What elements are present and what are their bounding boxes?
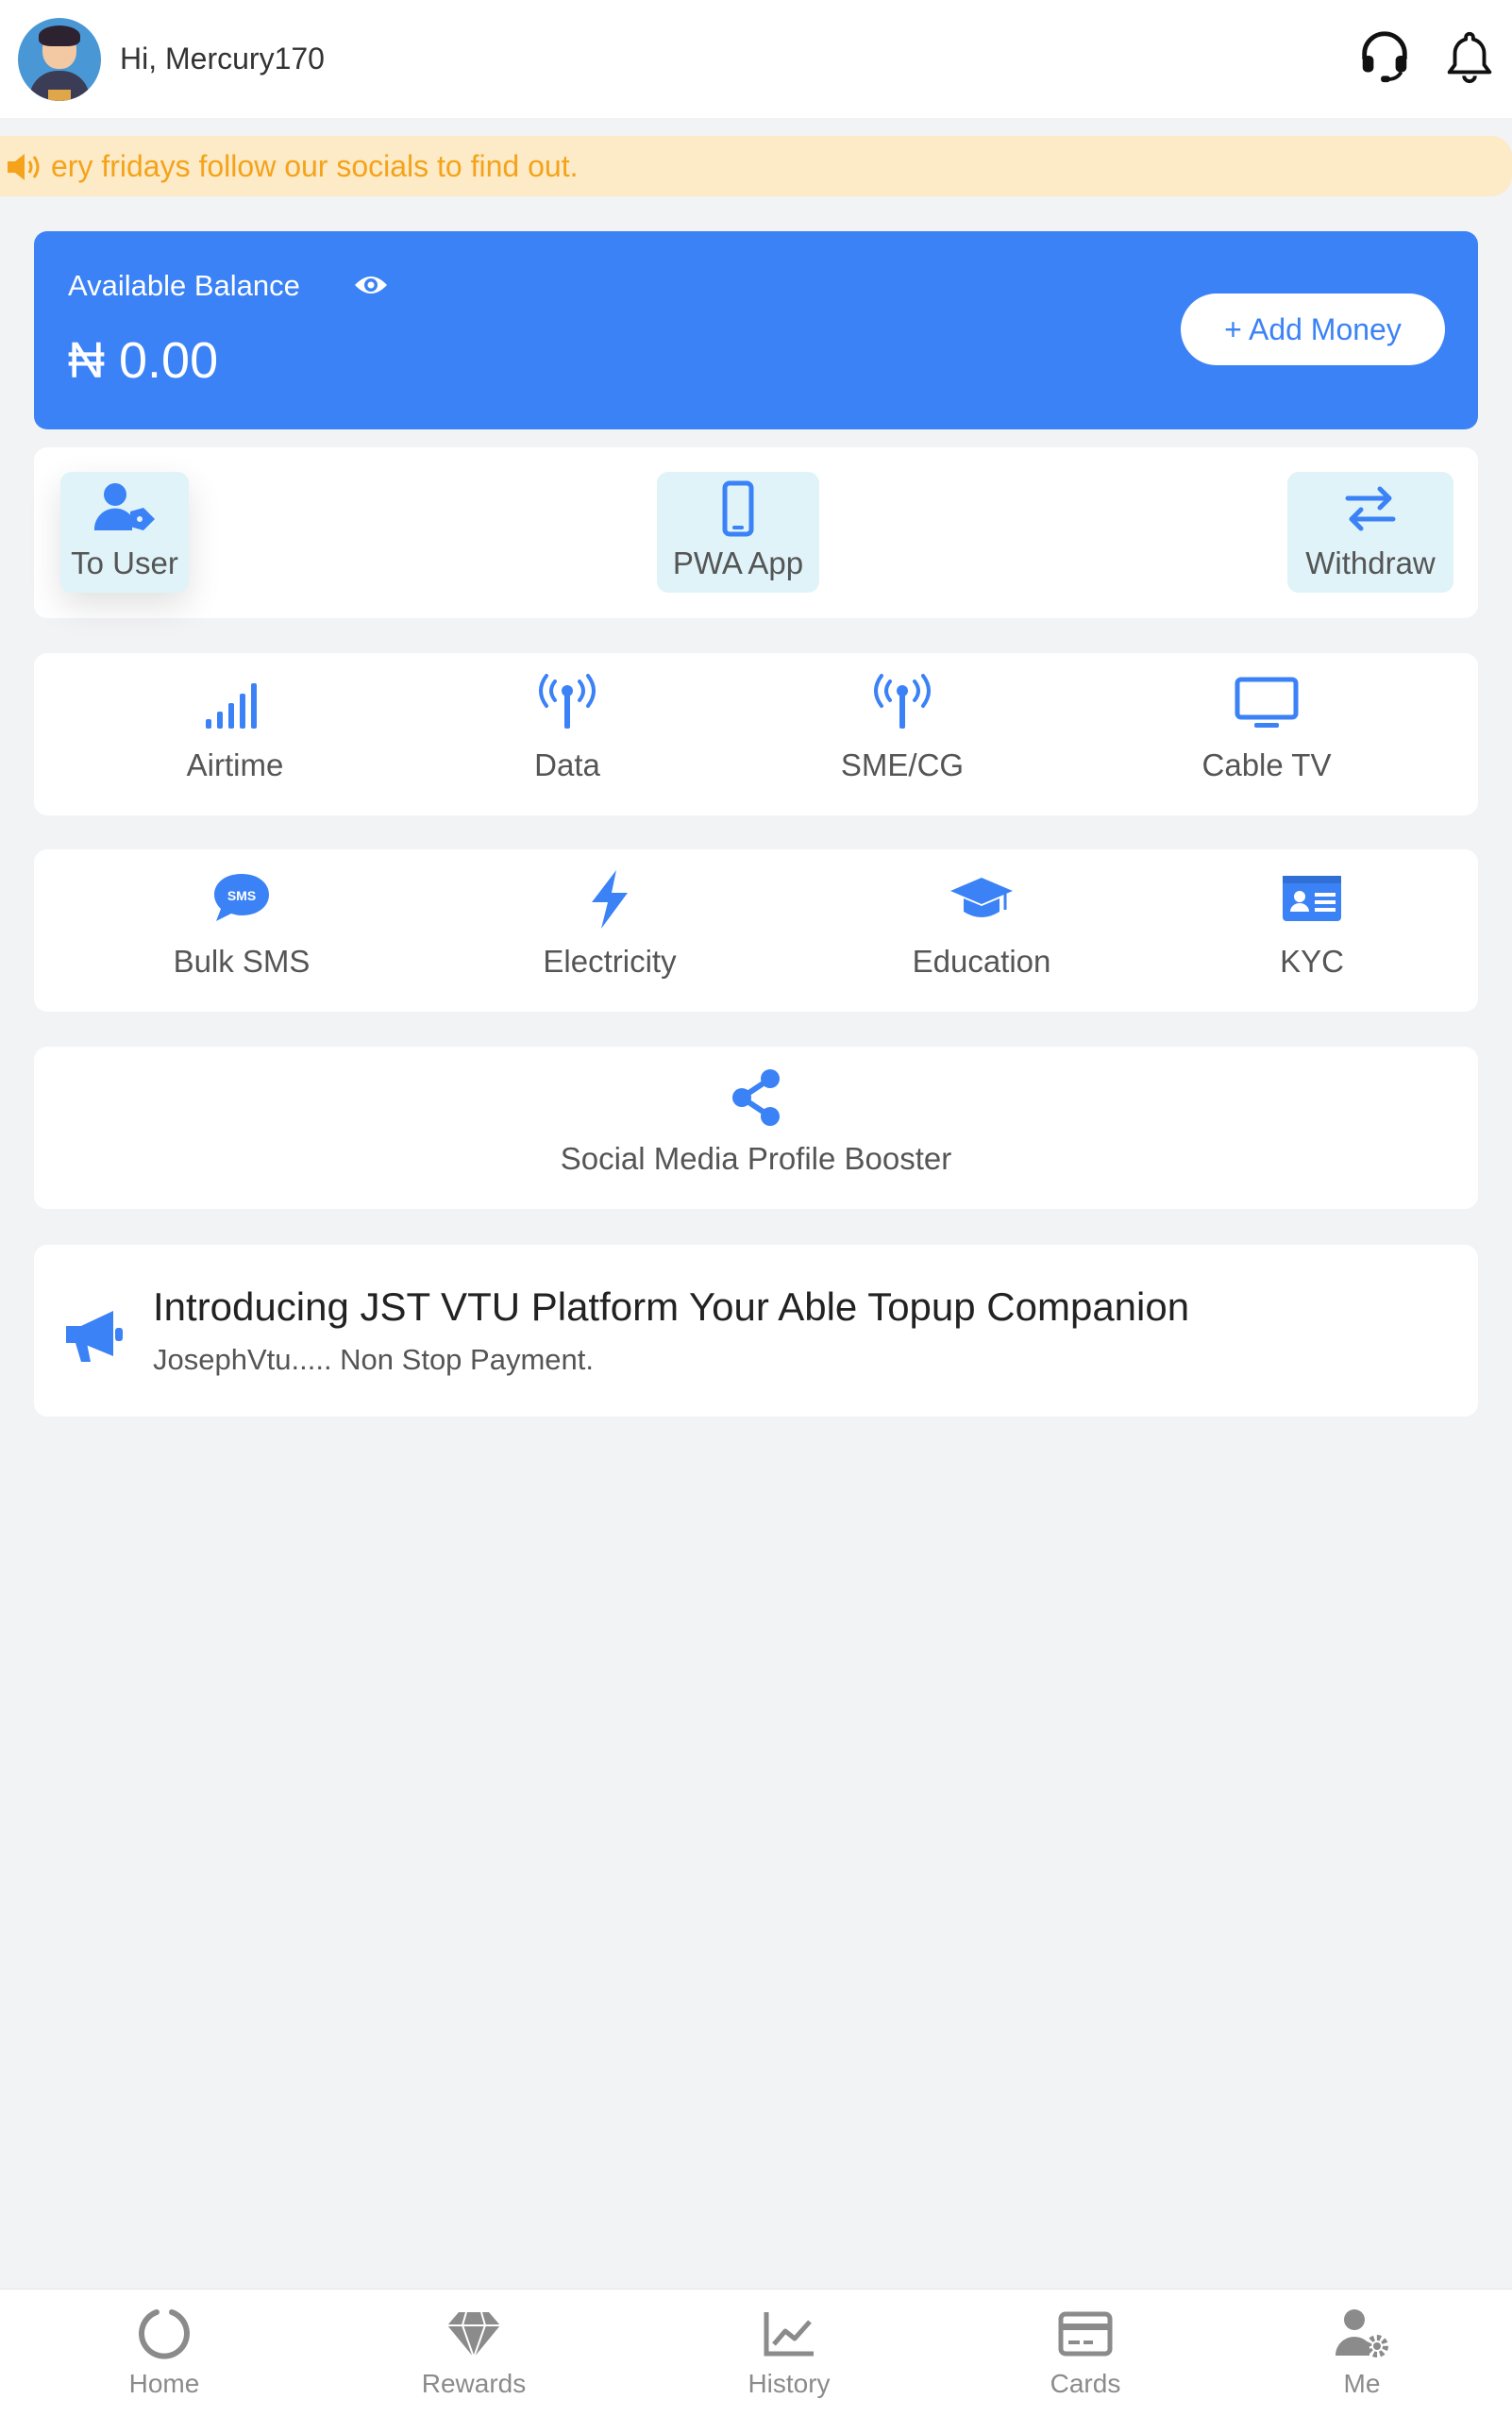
services-row-2: SMS Bulk SMS Electricity Education KYC bbox=[34, 849, 1478, 1012]
add-money-button[interactable]: + Add Money bbox=[1181, 294, 1445, 365]
user-gear-icon bbox=[1336, 2309, 1388, 2357]
cable-tv-label: Cable TV bbox=[1201, 747, 1332, 782]
kyc-service[interactable]: KYC bbox=[1189, 868, 1435, 997]
credit-card-icon bbox=[1058, 2311, 1113, 2357]
headset-support-icon[interactable] bbox=[1355, 26, 1414, 85]
avatar-hair bbox=[39, 25, 80, 46]
nav-cards-label: Cards bbox=[1050, 2369, 1121, 2398]
to-user-button[interactable]: To User bbox=[60, 472, 189, 593]
bottom-navigation: Home Rewards History Cards Me bbox=[0, 2289, 1512, 2416]
nav-home[interactable]: Home bbox=[70, 2307, 259, 2410]
sme-cg-label: SME/CG bbox=[840, 747, 965, 782]
electricity-label: Electricity bbox=[543, 944, 677, 979]
social-media-booster-service[interactable]: Social Media Profile Booster bbox=[539, 1065, 973, 1194]
social-media-booster-label: Social Media Profile Booster bbox=[560, 1141, 952, 1176]
nav-history-label: History bbox=[748, 2369, 831, 2398]
home-ring-icon bbox=[139, 2309, 190, 2359]
nav-history[interactable]: History bbox=[695, 2307, 883, 2410]
greeting-text: Hi, Mercury170 bbox=[120, 42, 325, 76]
graduation-cap-icon bbox=[950, 878, 1013, 917]
transfer-arrows-icon bbox=[1345, 486, 1396, 531]
speaker-icon bbox=[8, 154, 40, 180]
top-header: Hi, Mercury170 bbox=[0, 0, 1512, 118]
announcement-marquee: ery fridays follow our socials to find o… bbox=[0, 136, 1512, 196]
data-service[interactable]: Data bbox=[445, 672, 690, 800]
nav-rewards[interactable]: Rewards bbox=[379, 2307, 568, 2410]
nav-me-label: Me bbox=[1343, 2369, 1381, 2398]
pwa-app-label: PWA App bbox=[672, 545, 804, 580]
airtime-label: Airtime bbox=[186, 747, 284, 782]
balance-card: Available Balance ₦ 0.00 + Add Money bbox=[34, 231, 1478, 429]
bolt-icon bbox=[592, 870, 628, 929]
nav-me[interactable]: Me bbox=[1268, 2307, 1456, 2410]
balance-label: Available Balance bbox=[68, 269, 300, 302]
withdraw-label: Withdraw bbox=[1305, 545, 1436, 580]
sme-cg-service[interactable]: SME/CG bbox=[780, 672, 1025, 800]
tower-broadcast-icon bbox=[874, 674, 931, 729]
nav-cards[interactable]: Cards bbox=[991, 2307, 1180, 2410]
marquee-text: ery fridays follow our socials to find o… bbox=[51, 149, 579, 183]
services-row-1: Airtime Data SME/CG Cable TV bbox=[34, 653, 1478, 815]
airtime-service[interactable]: Airtime bbox=[112, 672, 358, 800]
balance-amount: ₦ 0.00 bbox=[68, 332, 219, 389]
avatar[interactable] bbox=[18, 18, 101, 101]
data-label: Data bbox=[534, 747, 600, 782]
education-service[interactable]: Education bbox=[859, 868, 1104, 997]
gem-icon bbox=[447, 2311, 500, 2361]
megaphone-icon bbox=[66, 1311, 123, 1362]
svg-text:SMS: SMS bbox=[227, 888, 256, 903]
to-user-label: To User bbox=[71, 545, 178, 580]
user-tag-icon bbox=[93, 483, 155, 530]
chart-line-icon bbox=[764, 2312, 814, 2357]
bulk-sms-label: Bulk SMS bbox=[173, 944, 311, 979]
pwa-app-button[interactable]: PWA App bbox=[657, 472, 819, 593]
eye-icon[interactable] bbox=[353, 271, 389, 299]
announcement-subtitle: JosephVtu..... Non Stop Payment. bbox=[153, 1343, 594, 1376]
announcement-card[interactable]: Introducing JST VTU Platform Your Able T… bbox=[34, 1245, 1478, 1417]
kyc-label: KYC bbox=[1280, 944, 1344, 979]
cable-tv-service[interactable]: Cable TV bbox=[1144, 672, 1389, 800]
tv-icon bbox=[1235, 677, 1299, 728]
electricity-service[interactable]: Electricity bbox=[487, 868, 732, 997]
services-row-3: Social Media Profile Booster bbox=[34, 1047, 1478, 1209]
id-card-icon bbox=[1283, 876, 1341, 921]
nav-home-label: Home bbox=[128, 2369, 200, 2398]
share-icon bbox=[732, 1069, 780, 1126]
bell-icon[interactable] bbox=[1440, 26, 1499, 85]
tower-broadcast-icon bbox=[539, 674, 596, 729]
withdraw-button[interactable]: Withdraw bbox=[1287, 472, 1453, 593]
announcement-title: Introducing JST VTU Platform Your Able T… bbox=[153, 1284, 1190, 1329]
education-label: Education bbox=[912, 944, 1051, 979]
signal-bars-icon bbox=[206, 683, 257, 729]
mobile-icon bbox=[722, 480, 754, 537]
quick-actions-card: To User PWA App Withdraw bbox=[34, 447, 1478, 618]
nav-rewards-label: Rewards bbox=[421, 2369, 527, 2398]
sms-icon: SMS bbox=[214, 874, 269, 921]
bulk-sms-service[interactable]: SMS Bulk SMS bbox=[119, 868, 364, 997]
avatar-shirt bbox=[48, 90, 71, 101]
